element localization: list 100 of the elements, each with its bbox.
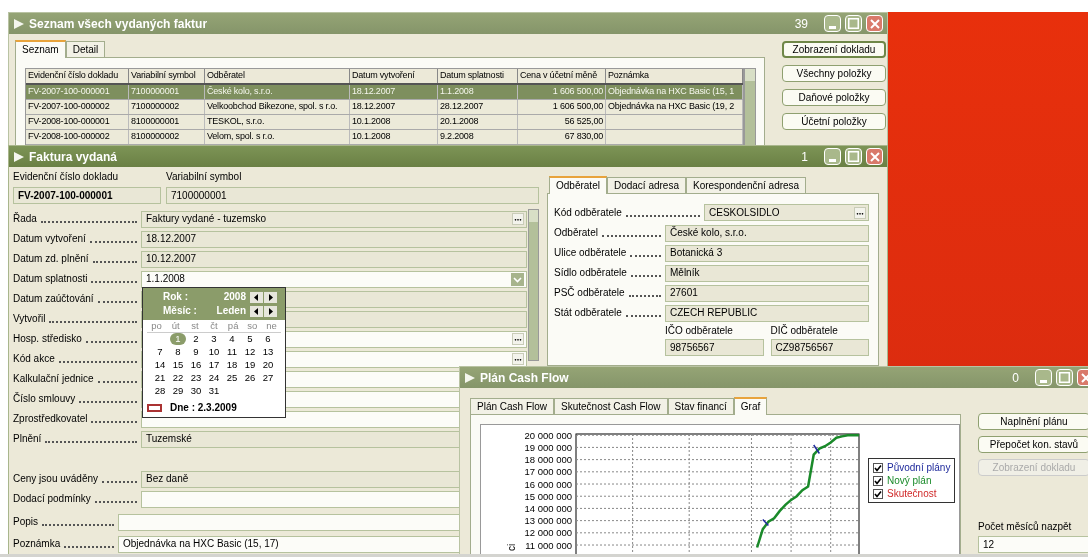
text-field[interactable]: 7100000001 [166, 187, 539, 204]
action-button[interactable]: Daňové položky [782, 89, 886, 106]
table-cell: FV-2007-100-000001 [28, 86, 110, 96]
calendar-day[interactable]: 22 [170, 372, 186, 384]
column-header[interactable]: Variabilní symbol [129, 69, 205, 83]
close-button[interactable] [866, 15, 883, 32]
calendar-day[interactable]: 25 [224, 372, 240, 384]
text-field[interactable]: CZECH REPUBLIC [665, 304, 869, 322]
table-cell: 18.12.2007 [352, 86, 396, 96]
action-button[interactable]: Všechny položky [782, 65, 886, 82]
calendar-day[interactable]: 16 [188, 359, 204, 371]
calendar-day[interactable]: 31 [206, 385, 222, 397]
tab[interactable]: Graf [733, 397, 768, 415]
field-label: Ulice odběratele [554, 247, 627, 259]
more-icon[interactable] [854, 206, 866, 219]
checkbox[interactable] [873, 462, 883, 473]
calendar-day[interactable]: 15 [170, 359, 186, 371]
calendar-day[interactable]: 18 [224, 359, 240, 371]
column-header[interactable]: Cena v účetní měně [518, 69, 606, 83]
table-row[interactable]: FV-2008-100-000002 8100000002 Velom, spol. s r.o. 10.1.2008 9.2.2008 67 830,00 [26, 130, 743, 145]
tab[interactable]: Korespondenční adresa [685, 177, 807, 193]
window-icon [13, 17, 25, 30]
calendar-day[interactable]: 30 [188, 385, 204, 397]
calendar-day[interactable]: 3 [206, 333, 222, 345]
maximize-button[interactable] [1056, 369, 1073, 386]
calendar-day[interactable]: 29 [170, 385, 186, 397]
action-button[interactable]: Zobrazení dokladu [782, 41, 886, 58]
calendar-day[interactable]: 6 [260, 333, 276, 345]
calendar-day[interactable]: 4 [224, 333, 240, 345]
action-button[interactable]: Přepočet kon. stavů [978, 436, 1088, 453]
calendar-day[interactable]: 14 [152, 359, 168, 371]
table-cell: Velkoobchod Bikezone, spol. s r.o. [207, 101, 338, 111]
column-header[interactable]: Odběratel [205, 69, 350, 83]
minimize-button[interactable] [824, 148, 841, 165]
tab[interactable]: Dodací adresa [606, 177, 686, 193]
field-label: Ceny jsou uváděny [13, 473, 99, 485]
calendar-day[interactable]: 23 [188, 372, 204, 384]
column-header[interactable]: Datum splatnosti [438, 69, 518, 83]
close-icon [869, 18, 880, 29]
action-button[interactable]: Účetní položky [782, 113, 886, 130]
text-field[interactable]: 98756567 [665, 339, 764, 356]
text-field[interactable]: Botanická 3 [665, 244, 869, 262]
more-icon[interactable] [512, 213, 524, 225]
tab[interactable]: Skutečnost Cash Flow [554, 398, 668, 414]
calendar-day[interactable]: 21 [152, 372, 168, 384]
action-button[interactable]: Naplnění plánu [978, 413, 1088, 430]
table-row[interactable]: FV-2008-100-000001 8100000001 TESKOL, s.r.o. 10.1.2008 20.1.2008 56 525,00 [26, 115, 743, 130]
column-header[interactable]: Evidenční číslo dokladu [26, 69, 129, 83]
checkbox[interactable] [873, 475, 883, 486]
maximize-button[interactable] [845, 148, 862, 165]
calendar-day[interactable]: 12 [242, 346, 258, 358]
minimize-button[interactable] [1035, 369, 1052, 386]
calendar-day[interactable]: 24 [206, 372, 222, 384]
leader-line [102, 481, 137, 483]
calendar-day[interactable]: 11 [224, 346, 240, 358]
tab[interactable]: Odběratel [549, 176, 607, 194]
tab[interactable]: Plán Cash Flow [470, 398, 555, 414]
text-field[interactable]: CZ98756567 [770, 339, 869, 356]
table-row[interactable]: FV-2007-100-000002 7100000002 Velkoobchod Bikezone, spol. s r.o. 18.12.2007 28.12.2007 1 606 500,00 Objednávka na HXC Basic (19, 2 [26, 100, 743, 115]
text-field[interactable]: Faktury vydané - tuzemsko [141, 210, 527, 228]
more-icon[interactable] [512, 353, 524, 365]
calendar-day[interactable]: 10 [206, 346, 222, 358]
calendar-day[interactable]: 5 [242, 333, 258, 345]
more-icon[interactable] [512, 333, 524, 345]
calendar-day[interactable]: 17 [206, 359, 222, 371]
calendar-day[interactable]: 27 [260, 372, 276, 384]
today-date[interactable]: Dne : 2.3.2009 [170, 402, 237, 414]
calendar-day[interactable]: 13 [260, 346, 276, 358]
scrollbar[interactable] [744, 68, 756, 146]
maximize-button[interactable] [845, 15, 862, 32]
calendar-day[interactable]: 8 [170, 346, 186, 358]
calendar-day[interactable]: 20 [260, 359, 276, 371]
text-field[interactable]: 10.12.2007 [141, 250, 527, 268]
text-field[interactable]: 27601 [665, 284, 869, 302]
calendar-day[interactable]: 9 [188, 346, 204, 358]
text-field[interactable]: České kolo, s.r.o. [665, 224, 869, 242]
tab[interactable]: Stav financí [667, 398, 734, 414]
text-field[interactable]: FV-2007-100-000001 [13, 187, 161, 204]
calendar-day[interactable]: 28 [152, 385, 168, 397]
text-field[interactable]: CESKOLSIDLO [704, 204, 869, 221]
calendar-day[interactable]: 7 [152, 346, 168, 358]
tab[interactable]: Seznam [15, 40, 66, 58]
text-field[interactable]: Mělník [665, 264, 869, 282]
calendar-day[interactable]: 2 [188, 333, 204, 345]
calendar-day[interactable]: 19 [242, 359, 258, 371]
minimize-button[interactable] [824, 15, 841, 32]
field-label: Sídlo odběratele [554, 267, 627, 279]
checkbox[interactable] [873, 488, 883, 499]
tab[interactable]: Detail [65, 41, 106, 57]
leader-line [42, 524, 114, 526]
text-field[interactable]: 18.12.2007 [141, 230, 527, 248]
column-header[interactable]: Datum vytvoření [350, 69, 438, 83]
text-field[interactable]: 1.1.2008 [141, 270, 527, 288]
close-icon [869, 151, 880, 162]
close-button[interactable] [866, 148, 883, 165]
scrollbar[interactable] [528, 209, 539, 361]
calendar-day[interactable]: 26 [242, 372, 258, 384]
text-field[interactable]: 12 [978, 536, 1088, 553]
column-header[interactable]: Poznámka [606, 69, 743, 83]
leader-line [628, 295, 661, 297]
